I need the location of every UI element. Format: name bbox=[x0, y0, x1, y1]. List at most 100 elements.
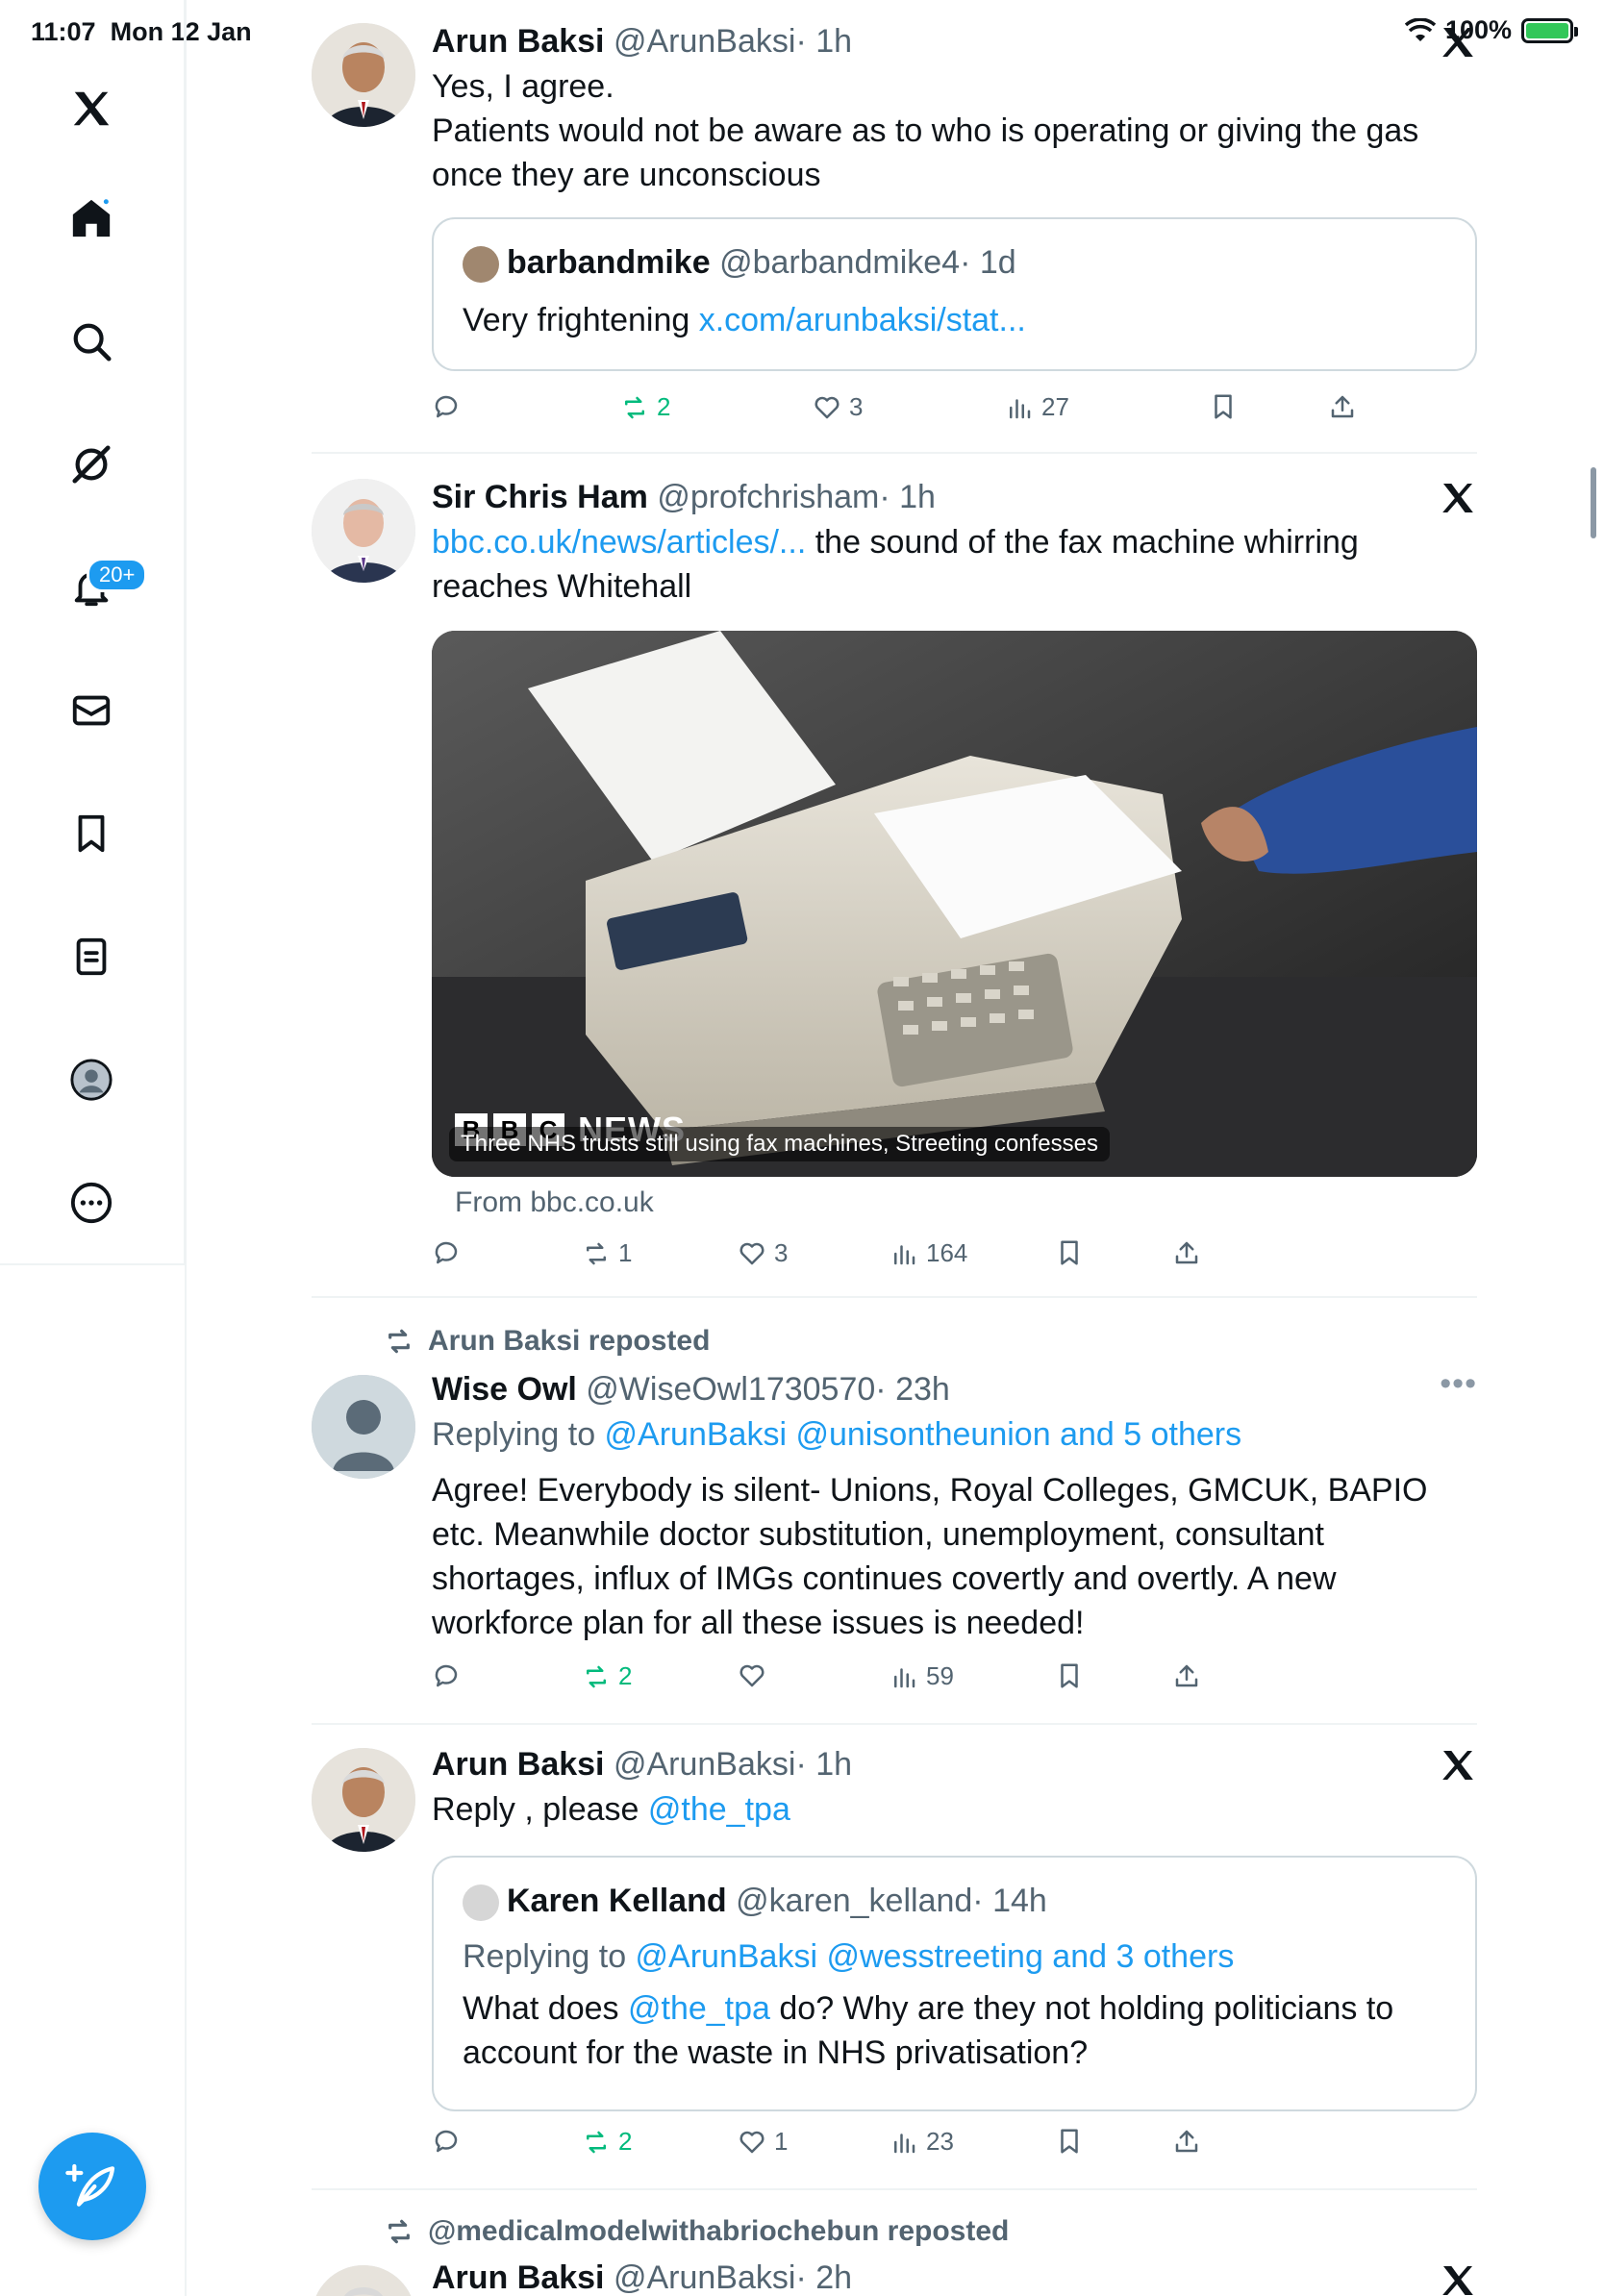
bookmark-button[interactable] bbox=[1055, 1238, 1084, 1267]
repost-button[interactable]: 1 bbox=[582, 1238, 632, 1268]
tweet-text: Agree! Everybody is silent- Unions, Roya… bbox=[432, 1472, 1428, 1641]
author-name[interactable]: Arun Baksi bbox=[432, 23, 605, 60]
quote-replying-to: Replying to @ArunBaksi @wesstreeting and… bbox=[463, 1938, 1235, 1975]
bookmark-button[interactable] bbox=[1209, 392, 1238, 421]
quote-avatar bbox=[463, 246, 499, 284]
x-logo-icon[interactable] bbox=[63, 81, 119, 137]
views-button[interactable]: 27 bbox=[1005, 392, 1069, 422]
reply-button[interactable] bbox=[432, 1238, 468, 1267]
quote-avatar bbox=[463, 1884, 499, 1922]
views-button[interactable]: 164 bbox=[890, 1238, 967, 1268]
profile-avatar-icon[interactable] bbox=[63, 1052, 119, 1108]
quote-text: What does @the_tpa do? Why are they not … bbox=[463, 1990, 1394, 2071]
avatar[interactable] bbox=[312, 23, 415, 127]
tweet[interactable]: Arun Baksi @ArunBaksi· 1h Reply , please… bbox=[312, 1746, 1477, 2188]
repost-button[interactable]: 2 bbox=[620, 392, 670, 422]
compose-button[interactable] bbox=[38, 2133, 146, 2240]
more-icon[interactable] bbox=[63, 1175, 119, 1231]
link-card-title: Three NHS trusts still using fax machine… bbox=[449, 1127, 1110, 1161]
quoted-tweet[interactable]: barbandmike @barbandmike4· 1d Very frigh… bbox=[432, 217, 1477, 371]
compose-feather-icon bbox=[65, 2163, 115, 2207]
share-button[interactable] bbox=[1172, 1661, 1201, 1690]
avatar[interactable] bbox=[312, 2265, 415, 2296]
avatar[interactable] bbox=[312, 1375, 415, 1479]
sidebar: 20+ bbox=[0, 0, 186, 1265]
avatar[interactable] bbox=[312, 479, 415, 583]
repost-icon bbox=[388, 1329, 410, 1354]
grok-icon[interactable] bbox=[63, 437, 119, 492]
quote-header: Karen Kelland @karen_kelland· 14h bbox=[463, 1883, 1047, 1922]
tweet-divider bbox=[312, 452, 1477, 454]
reply-button[interactable] bbox=[432, 392, 468, 421]
tweet-actions: 2 59 bbox=[432, 1661, 1470, 1704]
tweet-time[interactable]: · 2h bbox=[795, 2259, 852, 2296]
replying-to: Replying to @ArunBaksi @unisontheunion a… bbox=[432, 1416, 1242, 1453]
tweet-text: bbc.co.uk/news/articles/... the sound of… bbox=[432, 524, 1359, 605]
mention-link[interactable]: @the_tpa bbox=[628, 1990, 770, 2027]
like-button[interactable]: 1 bbox=[738, 2127, 788, 2157]
more-options-icon[interactable]: ••• bbox=[1440, 1365, 1477, 1403]
reply-button[interactable] bbox=[432, 1661, 468, 1690]
repost-button[interactable]: 2 bbox=[582, 2127, 632, 2157]
fax-machine-photo bbox=[432, 631, 1477, 1177]
tweet-time[interactable]: · 1h bbox=[795, 1746, 852, 1783]
home-icon[interactable] bbox=[63, 190, 119, 246]
author-name[interactable]: Arun Baksi bbox=[432, 2259, 605, 2296]
avatar[interactable] bbox=[312, 1748, 415, 1852]
author-name[interactable]: Sir Chris Ham bbox=[432, 479, 648, 515]
like-button[interactable]: 3 bbox=[738, 1238, 788, 1268]
mention-link[interactable]: @the_tpa bbox=[648, 1791, 790, 1828]
x-close-icon[interactable] bbox=[1439, 1746, 1477, 1784]
author-handle[interactable]: @WiseOwl1730570 bbox=[586, 1371, 875, 1408]
lists-icon[interactable] bbox=[63, 929, 119, 985]
bookmark-button[interactable] bbox=[1055, 1661, 1084, 1690]
tweet-time[interactable]: · 1h bbox=[879, 479, 936, 515]
tweet[interactable]: Wise Owl @WiseOwl1730570· 23h Replying t… bbox=[312, 1365, 1477, 1690]
views-button[interactable]: 23 bbox=[890, 2127, 954, 2157]
tweet-link[interactable]: bbc.co.uk/news/articles/... bbox=[432, 524, 806, 561]
author-name[interactable]: Arun Baksi bbox=[432, 1746, 605, 1783]
tweet-actions: 2 1 23 bbox=[432, 2127, 1470, 2169]
x-close-icon[interactable] bbox=[1439, 479, 1477, 517]
tweet-header: Arun Baksi @ArunBaksi· 1h bbox=[432, 23, 1477, 61]
tweet-time[interactable]: · 23h bbox=[875, 1371, 950, 1408]
tweet[interactable]: Sir Chris Ham @profchrisham· 1h bbc.co.u… bbox=[312, 479, 1477, 1296]
notifications-badge: 20+ bbox=[87, 558, 148, 592]
tweet-header: Arun Baksi @ArunBaksi· 1h bbox=[432, 1746, 1477, 1784]
share-button[interactable] bbox=[1172, 2127, 1201, 2156]
reply-button[interactable] bbox=[432, 2127, 468, 2156]
author-handle[interactable]: @profchrisham bbox=[657, 479, 879, 515]
repost-indicator[interactable]: @medicalmodelwithabriochebun reposted bbox=[384, 2215, 1009, 2248]
tweet-time[interactable]: · 1h bbox=[795, 23, 852, 60]
tweet-divider bbox=[312, 1296, 1477, 1298]
bookmark-button[interactable] bbox=[1055, 2127, 1084, 2156]
tweet[interactable]: Arun Baksi @ArunBaksi· 2h bbox=[312, 2259, 1477, 2296]
repost-button[interactable]: 2 bbox=[582, 1661, 632, 1691]
views-button[interactable]: 59 bbox=[890, 1661, 954, 1691]
x-close-icon[interactable] bbox=[1439, 23, 1477, 62]
tweet-header: Sir Chris Ham @profchrisham· 1h bbox=[432, 479, 1477, 516]
share-button[interactable] bbox=[1328, 392, 1357, 421]
quote-link[interactable]: x.com/arunbaksi/stat... bbox=[699, 302, 1026, 338]
link-card-image[interactable]: B B C NEWS Three NHS trusts still using … bbox=[432, 631, 1477, 1177]
scrollbar-thumb[interactable] bbox=[1591, 467, 1596, 538]
tweet-text: Reply , please @the_tpa bbox=[432, 1791, 790, 1828]
author-handle[interactable]: @ArunBaksi bbox=[614, 2259, 795, 2296]
share-button[interactable] bbox=[1172, 1238, 1201, 1267]
repost-indicator[interactable]: Arun Baksi reposted bbox=[384, 1325, 710, 1358]
bookmarks-icon[interactable] bbox=[63, 806, 119, 861]
author-name[interactable]: Wise Owl bbox=[432, 1371, 577, 1408]
tweet-header: Arun Baksi @ArunBaksi· 2h bbox=[432, 2259, 1477, 2296]
like-button[interactable] bbox=[738, 1661, 774, 1690]
tweet-actions: 1 3 164 bbox=[432, 1238, 1470, 1281]
x-close-icon[interactable] bbox=[1439, 2261, 1477, 2296]
replying-to-links[interactable]: @ArunBaksi @unisontheunion and 5 others bbox=[605, 1416, 1242, 1453]
author-handle[interactable]: @ArunBaksi bbox=[614, 1746, 795, 1783]
link-card-source[interactable]: From bbc.co.uk bbox=[455, 1186, 654, 1219]
search-icon[interactable] bbox=[63, 313, 119, 369]
author-handle[interactable]: @ArunBaksi bbox=[614, 23, 795, 60]
quoted-tweet[interactable]: Karen Kelland @karen_kelland· 14h Replyi… bbox=[432, 1856, 1477, 2111]
messages-icon[interactable] bbox=[63, 683, 119, 738]
tweet[interactable]: Arun Baksi @ArunBaksi· 1h Yes, I agree. … bbox=[312, 23, 1477, 452]
like-button[interactable]: 3 bbox=[813, 392, 863, 422]
